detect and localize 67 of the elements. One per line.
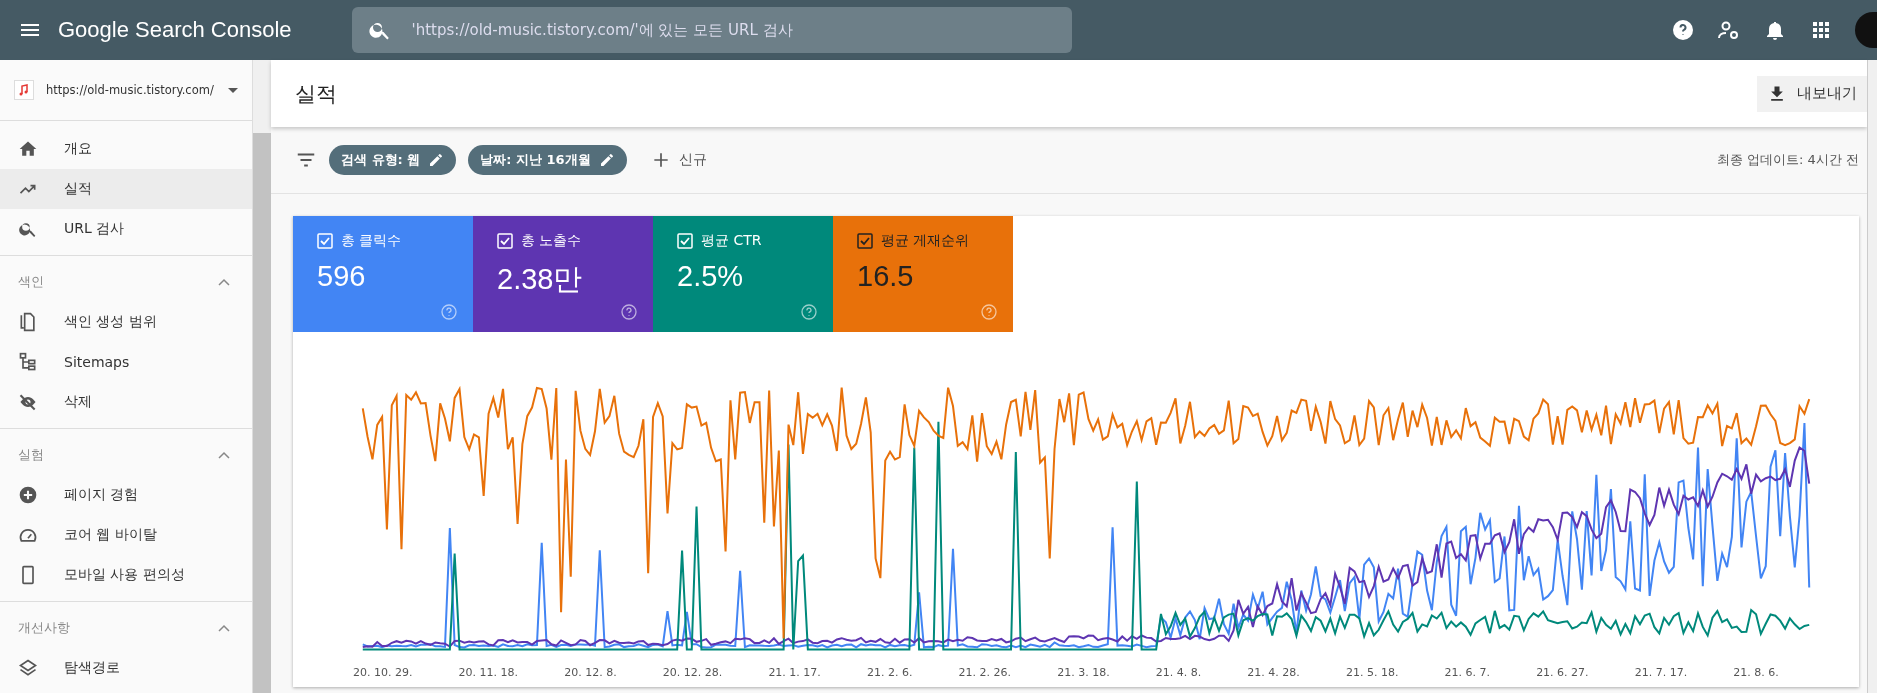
nav-item[interactable]: 삭제 bbox=[0, 382, 252, 422]
chevron-icon bbox=[218, 624, 230, 632]
axis-label: 21. 7. 17. bbox=[1634, 666, 1688, 679]
metric-label: 총 노출수 bbox=[521, 232, 582, 250]
metric-value: 596 bbox=[317, 260, 367, 293]
metric-tile[interactable]: 평균 게재순위 16.5 bbox=[833, 216, 1013, 332]
filter-chip[interactable]: 날짜: 지난 16개월 bbox=[468, 145, 627, 175]
nav-item[interactable]: URL 검사 bbox=[0, 209, 252, 249]
axis-label: 21. 2. 6. bbox=[866, 666, 913, 679]
last-updated-text: 최종 업데이트: 4시간 전 bbox=[1716, 151, 1859, 169]
nav-item[interactable]: Sitemaps bbox=[0, 342, 252, 382]
nav-item[interactable]: 실적 bbox=[0, 169, 252, 209]
section-header[interactable]: 실험 bbox=[0, 435, 252, 475]
axis-label: 20. 12. 28. bbox=[662, 666, 723, 679]
page-title: 실적 bbox=[295, 80, 338, 108]
pencil-icon bbox=[598, 152, 615, 168]
axis-label: 21. 8. 6. bbox=[1733, 666, 1779, 679]
music-note-icon bbox=[14, 80, 34, 100]
nav-item[interactable]: 코어 웹 바이탈 bbox=[0, 515, 252, 555]
help-icon[interactable] bbox=[1671, 18, 1695, 42]
search-field[interactable]: 'https://old-music.tistory.com/'에 있는 모든 URL 검사 bbox=[351, 7, 1072, 53]
plus-icon bbox=[18, 485, 38, 505]
metric-value: 2.5% bbox=[677, 260, 745, 293]
sitemap-icon bbox=[18, 352, 38, 372]
axis-label: 21. 2. 26. bbox=[958, 666, 1012, 679]
metric-label: 총 클릭수 bbox=[341, 232, 402, 250]
nav-item[interactable]: 색인 생성 범위 bbox=[0, 302, 252, 342]
property-url: https://old-music.tistory.com/ bbox=[46, 83, 215, 97]
export-button[interactable]: 내보내기 bbox=[1757, 75, 1867, 112]
copy-icon bbox=[18, 312, 38, 332]
section-header[interactable]: 색인 bbox=[0, 262, 252, 302]
metric-label: 평균 CTR bbox=[701, 232, 762, 250]
scrollbar[interactable] bbox=[1867, 60, 1877, 693]
property-selector[interactable]: https://old-music.tistory.com/ bbox=[0, 60, 252, 121]
axis-label: 21. 6. 27. bbox=[1536, 666, 1589, 679]
metric-value: 2.38만 bbox=[497, 262, 584, 297]
nav-item[interactable]: 페이지 경험 bbox=[0, 475, 252, 515]
pencil-icon bbox=[428, 152, 445, 168]
eyeoff-icon bbox=[18, 392, 38, 412]
metric-label: 평균 게재순위 bbox=[881, 232, 970, 250]
section-header[interactable]: 개선사항 bbox=[0, 608, 252, 648]
nav-item[interactable]: 모바일 사용 편의성 bbox=[0, 555, 252, 595]
axis-label: 21. 4. 28. bbox=[1247, 666, 1300, 679]
axis-label: 20. 11. 18. bbox=[458, 666, 519, 679]
nav-item[interactable]: 탐색경로 bbox=[0, 648, 252, 688]
avatar[interactable] bbox=[1855, 12, 1877, 48]
filter-chip[interactable]: 검색 유형: 웹 bbox=[329, 145, 457, 175]
app-title[interactable]: Google Search Console bbox=[58, 17, 292, 43]
new-filter-button[interactable]: 신규 bbox=[644, 149, 713, 171]
home-icon bbox=[18, 139, 38, 159]
axis-label: 21. 6. 7. bbox=[1444, 666, 1490, 679]
dropdown-caret-icon bbox=[228, 87, 238, 93]
chevron-icon bbox=[218, 278, 230, 286]
axis-label: 21. 1. 17. bbox=[768, 666, 821, 679]
axis-label: 20. 10. 29. bbox=[353, 666, 413, 679]
axis-label: 21. 5. 18. bbox=[1345, 666, 1399, 679]
axis-label: 20. 12. 8. bbox=[564, 666, 617, 679]
metric-value: 16.5 bbox=[857, 260, 915, 293]
scrollbar[interactable] bbox=[253, 60, 271, 693]
layers-icon bbox=[18, 658, 38, 678]
chevron-icon bbox=[218, 451, 230, 459]
axis-label: 21. 4. 8. bbox=[1155, 666, 1202, 679]
nav-item[interactable]: 개요 bbox=[0, 129, 252, 169]
axis-label: 21. 3. 18. bbox=[1057, 666, 1110, 679]
help-icon[interactable] bbox=[621, 304, 637, 320]
checkbox[interactable] bbox=[857, 233, 873, 249]
metric-tile[interactable]: 총 노출수 2.38만 bbox=[473, 216, 653, 332]
